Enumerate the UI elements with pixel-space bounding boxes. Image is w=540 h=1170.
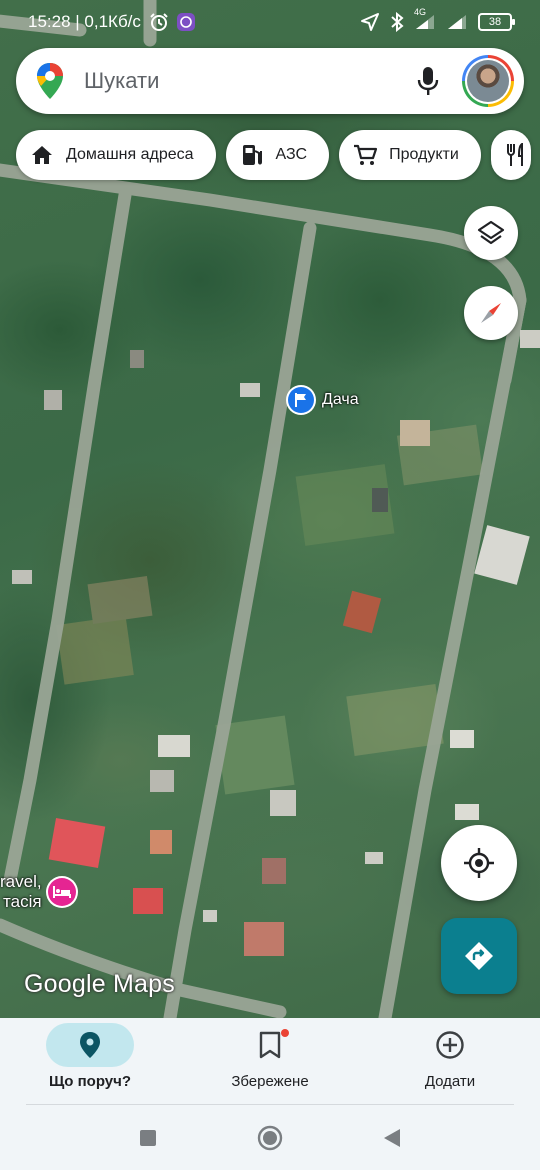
chip-restaurants[interactable]: [490, 130, 531, 180]
compass-button[interactable]: [464, 286, 518, 340]
battery-level: 38: [488, 16, 502, 28]
tab-contribute[interactable]: Додати: [360, 1018, 540, 1106]
tab-contribute-label: Додати: [424, 1073, 476, 1090]
alarm-icon: [149, 12, 169, 32]
hotel-pin[interactable]: ravel, тасія: [0, 872, 78, 912]
system-navigation: [0, 1106, 540, 1170]
status-bar: 15:28 | 0,1Кб/с 4G 38: [0, 0, 540, 44]
location-icon: [360, 12, 380, 32]
microphone-icon[interactable]: [408, 61, 448, 101]
bookmark-icon: [259, 1031, 281, 1059]
network-type: 4G: [414, 7, 427, 17]
tab-contribute-indicator: [406, 1023, 494, 1067]
notification-badge: [281, 1029, 289, 1037]
battery-icon: 38: [478, 13, 515, 31]
tab-explore-indicator: [46, 1023, 134, 1067]
layers-button[interactable]: [464, 206, 518, 260]
chip-home[interactable]: Домашня адреса: [16, 130, 216, 180]
home-button[interactable]: [256, 1124, 284, 1152]
flag-pin-icon: [286, 385, 316, 415]
tab-explore[interactable]: Що поруч?: [0, 1018, 180, 1106]
compass-icon: [476, 298, 506, 328]
search-bar[interactable]: Шукати: [16, 48, 524, 114]
google-maps-pin-icon: [36, 62, 64, 100]
avatar-photo: [467, 60, 509, 102]
tab-explore-label: Що поруч?: [48, 1073, 132, 1090]
status-time-speed: 15:28 | 0,1Кб/с: [28, 12, 141, 31]
category-chips: Домашня адреса АЗС Продукти: [16, 130, 531, 180]
directions-button[interactable]: [441, 918, 517, 994]
google-maps-watermark: Google Maps: [24, 970, 175, 998]
restaurant-icon: [505, 143, 527, 167]
tab-saved-indicator: [226, 1023, 314, 1067]
directions-icon: [463, 940, 495, 972]
back-button[interactable]: [378, 1124, 406, 1152]
chip-groceries-label: Продукти: [389, 146, 459, 163]
shopping-cart-icon: [353, 143, 378, 167]
account-avatar[interactable]: [462, 55, 514, 107]
bed-icon: [45, 876, 78, 908]
signal-icon-2: [446, 13, 468, 31]
nav-divider: [26, 1104, 514, 1105]
location-pin-icon: [79, 1031, 101, 1059]
hotel-label-line2: тасія: [3, 892, 42, 911]
place-pin-dacha[interactable]: Дача: [286, 385, 359, 415]
tab-saved-label: Збережене: [231, 1073, 309, 1090]
chip-home-label: Домашня адреса: [66, 146, 194, 163]
bluetooth-icon: [390, 12, 404, 32]
layers-icon: [477, 219, 505, 247]
recents-button[interactable]: [134, 1124, 162, 1152]
place-pin-label: Дача: [322, 391, 359, 408]
search-input[interactable]: Шукати: [84, 68, 408, 94]
hotel-label: ravel, тасія: [0, 872, 42, 912]
tab-saved[interactable]: Збережене: [180, 1018, 360, 1106]
add-circle-icon: [435, 1030, 465, 1060]
hotel-label-line1: ravel,: [0, 872, 42, 891]
chip-gas-station-label: АЗС: [275, 146, 308, 163]
chip-groceries[interactable]: Продукти: [339, 130, 481, 180]
signal-icon: 4G: [414, 7, 436, 31]
my-location-button[interactable]: [441, 825, 517, 901]
bottom-navigation: Що поруч? Збережене Додати: [0, 1018, 540, 1106]
home-icon: [30, 143, 54, 167]
my-location-icon: [462, 846, 496, 880]
chip-gas-station[interactable]: АЗС: [225, 130, 330, 180]
gas-station-icon: [240, 143, 264, 167]
viber-icon: [176, 13, 195, 31]
